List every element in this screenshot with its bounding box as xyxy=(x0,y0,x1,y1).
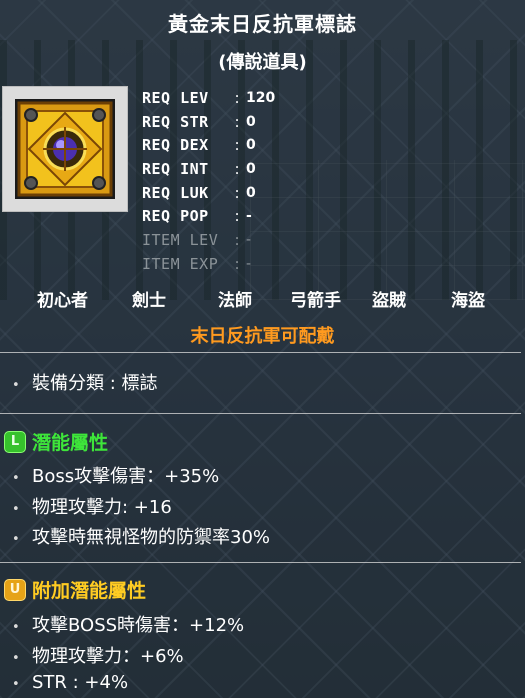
golden-emblem-icon xyxy=(15,99,115,199)
requirement-colon: : xyxy=(234,159,240,178)
bonus-potential-line: • 物理攻擊力：+6% xyxy=(12,642,184,668)
requirement-label: ITEM EXP xyxy=(142,254,219,273)
divider xyxy=(0,562,521,563)
requirement-label: ITEM LEV xyxy=(142,230,219,249)
divider xyxy=(0,352,521,353)
requirement-label: REQ DEX xyxy=(142,136,209,155)
bonus-potential-title: 附加潛能屬性 xyxy=(32,580,147,602)
item-icon-frame xyxy=(2,86,128,212)
bullet-icon: • xyxy=(12,532,20,547)
requirement-row: REQ INT:0 xyxy=(142,157,275,181)
bonus-line-text: 物理攻擊力：+6% xyxy=(32,646,184,667)
requirement-row: ITEM LEV: - xyxy=(142,228,275,252)
requirement-value: 0 xyxy=(246,184,256,201)
requirement-value: - xyxy=(246,231,252,248)
bonus-potential-header: U 附加潛能屬性 xyxy=(4,576,146,603)
bullet-icon: • xyxy=(12,471,20,486)
potential-line: • Boss攻擊傷害：+35% xyxy=(12,462,219,488)
requirement-label: REQ LUK xyxy=(142,183,209,202)
potential-title: 潛能屬性 xyxy=(32,432,109,454)
potential-line-text: 物理攻擊力: +16 xyxy=(32,497,172,518)
requirement-value: - xyxy=(246,208,252,225)
requirement-colon: : xyxy=(234,254,240,273)
potential-line-text: 攻擊時無視怪物的防禦率30% xyxy=(32,527,271,548)
job-warrior: 劍士 xyxy=(132,291,166,311)
unique-grade-icon: U xyxy=(4,578,26,601)
requirement-row: REQ LEV:120 xyxy=(142,86,275,110)
divider xyxy=(0,413,521,414)
job-pirate: 海盜 xyxy=(451,291,485,311)
requirement-colon: : xyxy=(234,207,240,226)
requirement-label: REQ POP xyxy=(142,207,209,226)
bonus-potential-line: • STR : +4% xyxy=(12,672,128,693)
bullet-icon: • xyxy=(12,502,20,517)
equip-restriction-note: 末日反抗軍可配戴 xyxy=(190,326,335,347)
requirement-colon: : xyxy=(234,230,240,249)
potential-line-text: Boss攻擊傷害：+35% xyxy=(32,466,220,487)
bonus-line-text: 攻擊BOSS時傷害：+12% xyxy=(32,615,245,636)
requirement-colon: : xyxy=(234,136,240,155)
potential-header: L 潛能屬性 xyxy=(4,428,108,455)
bullet-icon: • xyxy=(12,677,20,692)
category-text: 裝備分類 : 標誌 xyxy=(32,373,158,394)
requirement-label: REQ STR xyxy=(142,112,209,131)
job-bowman: 弓箭手 xyxy=(290,291,341,311)
bullet-icon: • xyxy=(12,620,20,635)
bullet-icon: • xyxy=(12,378,20,393)
requirement-row: REQ DEX:0 xyxy=(142,133,275,157)
requirement-colon: : xyxy=(234,112,240,131)
job-list: 初心者 劍士 法師 弓箭手 盜賊 海盜 xyxy=(0,286,525,311)
job-thief: 盜賊 xyxy=(372,291,406,311)
potential-line: • 攻擊時無視怪物的防禦率30% xyxy=(12,523,270,549)
requirement-row: REQ LUK:0 xyxy=(142,181,275,205)
item-rarity: (傳說道具) xyxy=(218,52,307,73)
requirement-colon: : xyxy=(234,88,240,107)
requirement-value: 0 xyxy=(246,113,256,130)
category-line: • 裝備分類 : 標誌 xyxy=(12,369,158,395)
legendary-grade-icon: L xyxy=(4,430,26,453)
bonus-line-text: STR : +4% xyxy=(32,672,129,693)
potential-line: • 物理攻擊力: +16 xyxy=(12,493,172,519)
requirement-value: 0 xyxy=(246,137,256,154)
requirement-value: - xyxy=(246,255,252,272)
item-name: 黃金末日反抗軍標誌 xyxy=(168,12,357,36)
requirement-row: REQ STR:0 xyxy=(142,110,275,134)
requirements-list: REQ LEV:120 REQ STR:0 REQ DEX:0 REQ INT:0 RE… xyxy=(142,86,275,276)
job-magician: 法師 xyxy=(218,291,252,311)
requirement-value: 120 xyxy=(246,89,276,106)
requirement-label: REQ LEV xyxy=(142,88,209,107)
requirement-row: REQ POP: - xyxy=(142,204,275,228)
requirement-label: REQ INT xyxy=(142,159,209,178)
requirement-row: ITEM EXP: - xyxy=(142,252,275,276)
item-tooltip: 黃金末日反抗軍標誌 (傳說道具) REQ LEV:120 REQ STR:0 REQ… xyxy=(0,0,525,698)
requirement-colon: : xyxy=(234,183,240,202)
bullet-icon: • xyxy=(12,651,20,666)
job-beginner: 初心者 xyxy=(37,291,88,311)
bonus-potential-line: • 攻擊BOSS時傷害：+12% xyxy=(12,611,244,637)
requirement-value: 0 xyxy=(246,160,256,177)
